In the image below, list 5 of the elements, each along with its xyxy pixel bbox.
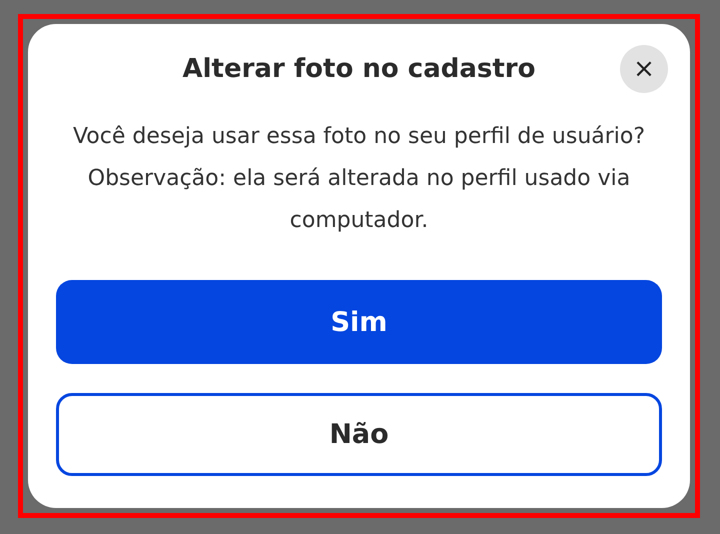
- confirm-button[interactable]: Sim: [56, 280, 662, 364]
- close-button[interactable]: ×: [620, 45, 668, 93]
- dialog-title: Alterar foto no cadastro: [182, 54, 536, 84]
- dialog-message: Você deseja usar essa foto no seu perfil de usuário? Observação: ela será alterada no perfil usado via computador.: [72, 123, 646, 235]
- cancel-button[interactable]: Não: [56, 393, 662, 476]
